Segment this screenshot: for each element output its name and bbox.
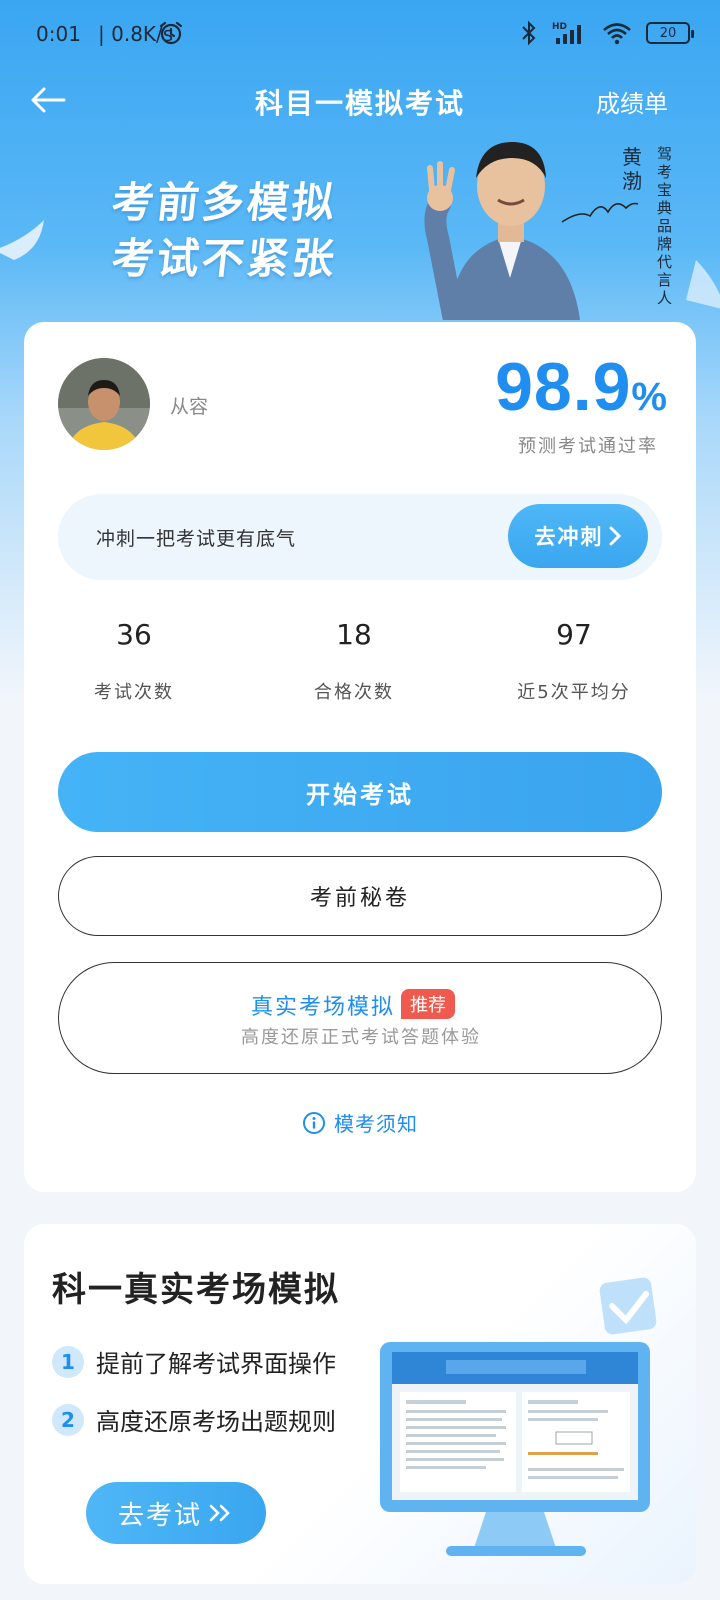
exam-notice-link[interactable]: 模考须知 — [24, 1108, 696, 1137]
promo-item: 2 高度还原考场出题规则 — [52, 1402, 336, 1437]
info-icon — [303, 1111, 325, 1134]
banner-slogan: 考前多模拟 考试不紧张 — [109, 178, 340, 283]
exam-summary-card: 从容 98.9% 预测考试通过率 冲刺一把考试更有底气 去冲刺 36 考试次数 … — [24, 322, 696, 1192]
username: 从容 — [170, 396, 209, 418]
avatar[interactable] — [58, 358, 150, 450]
exam-computer-illustration — [380, 1277, 657, 1556]
spokesperson-name: 黄渤 — [622, 145, 642, 193]
secret-paper-button[interactable]: 考前秘卷 — [58, 856, 662, 936]
stat-exam-count: 36 考试次数 — [94, 618, 174, 703]
cellular-signal-icon: HD — [552, 22, 581, 44]
sprint-text: 冲刺一把考试更有底气 — [96, 528, 297, 550]
decoration-shape — [686, 260, 720, 309]
sprint-button[interactable]: 去冲刺 — [508, 504, 648, 568]
real-exam-simulation-button[interactable]: 真实考场模拟 推荐 高度还原正式考试答题体验 — [58, 962, 662, 1074]
go-exam-button[interactable]: 去考试 — [86, 1482, 266, 1544]
sprint-banner: 冲刺一把考试更有底气 去冲刺 — [58, 494, 662, 580]
pass-rate-label: 预测考试通过率 — [518, 436, 658, 457]
wifi-icon — [603, 23, 631, 45]
stat-pass-count: 18 合格次数 — [314, 618, 394, 703]
real-exam-promo-card: 科一真实考场模拟 1 提前了解考试界面操作 2 高度还原考场出题规则 去考试 — [24, 1224, 696, 1584]
stats-row: 36 考试次数 18 合格次数 97 近5次平均分 — [24, 614, 696, 714]
promo-item: 1 提前了解考试界面操作 — [52, 1344, 336, 1379]
nav-bar: 科目一模拟考试 成绩单 — [0, 70, 720, 130]
chevron-right-icon — [609, 526, 621, 546]
signature-image — [561, 202, 639, 223]
decoration-shape — [0, 220, 44, 260]
number-badge: 1 — [52, 1345, 84, 1378]
bluetooth-icon — [522, 20, 536, 46]
status-bar: 0:01 | 0.8K/s HD 20 — [0, 0, 720, 70]
battery-icon: 20 — [646, 22, 694, 44]
double-chevron-right-icon — [209, 1504, 230, 1522]
spokesperson-role: 驾考宝典品牌代言人 — [657, 145, 673, 307]
alarm-icon — [159, 21, 183, 45]
real-exam-subtitle: 高度还原正式考试答题体验 — [241, 1027, 481, 1048]
recommend-badge: 推荐 — [401, 989, 455, 1019]
svg-text:HD: HD — [552, 22, 567, 32]
real-exam-title: 真实考场模拟 — [251, 995, 396, 1020]
status-time: 0:01 — [36, 22, 81, 46]
number-badge: 2 — [52, 1403, 84, 1436]
start-exam-button[interactable]: 开始考试 — [58, 752, 662, 832]
pass-rate-value: 98.9% — [495, 349, 668, 425]
stat-average-score: 97 近5次平均分 — [517, 618, 631, 703]
report-card-link[interactable]: 成绩单 — [596, 84, 668, 119]
promo-title: 科一真实考场模拟 — [52, 1270, 340, 1310]
